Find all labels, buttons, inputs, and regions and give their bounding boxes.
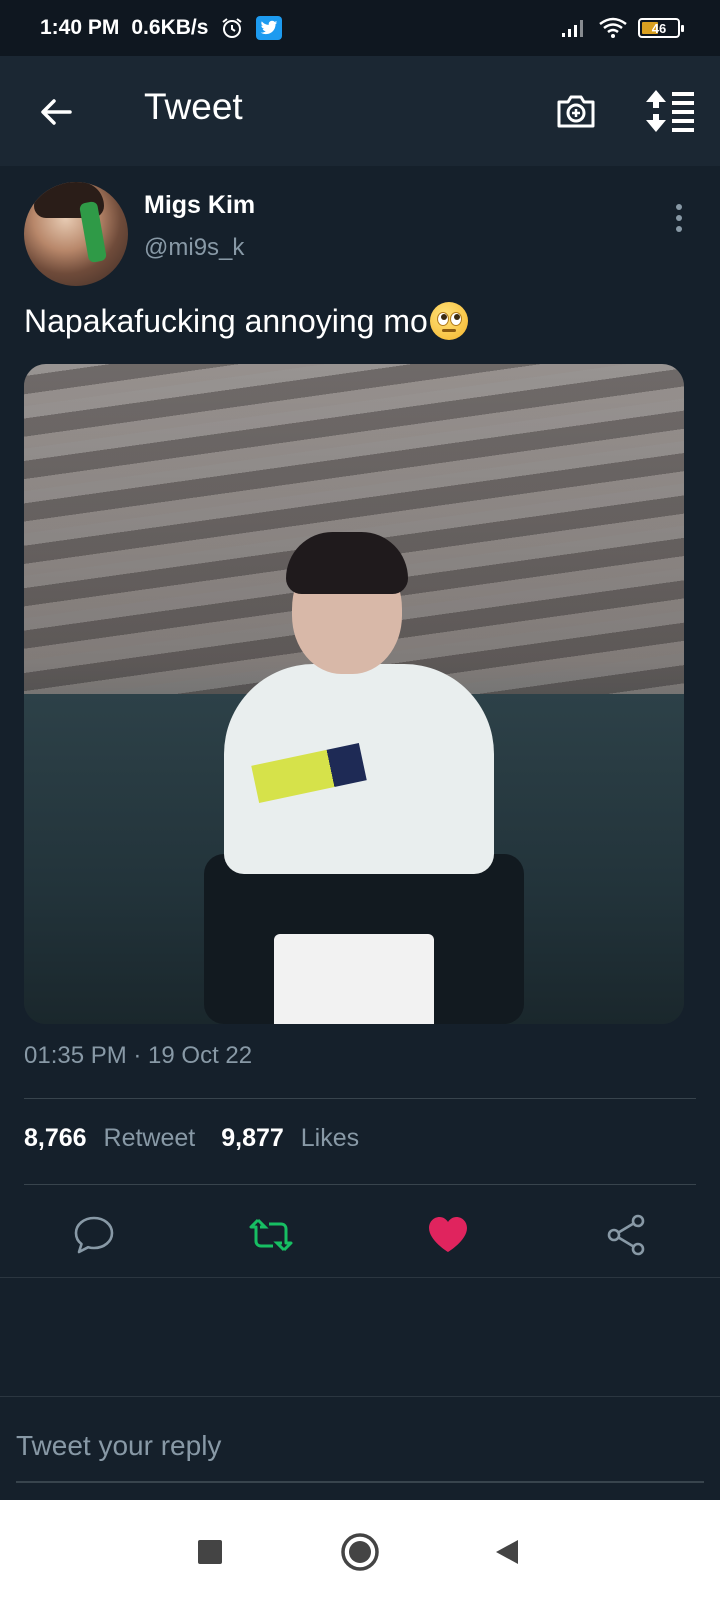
system-nav-bar [0,1500,720,1600]
like-heart-icon[interactable] [425,1212,471,1258]
avatar[interactable] [24,182,128,286]
status-right: 46 [560,16,684,40]
tweet-text: Napakafucking annoying mo [24,302,468,340]
tweet-actions [0,1200,720,1272]
status-bar: 1:40 PM 0.6KB/s 46 [0,0,720,56]
tweet-stats: 8,766 Retweet 9,877 Likes [24,1124,359,1153]
sort-thread-icon[interactable] [644,88,696,134]
camera-add-icon[interactable] [553,88,599,134]
tweet-timestamp: 01:35 PM · 19 Oct 22 [24,1042,253,1069]
more-options-icon[interactable] [664,200,694,236]
network-speed: 0.6KB/s [131,16,209,39]
app-bar: Tweet [0,56,720,166]
signal-icon [562,20,583,37]
tweet-photo[interactable] [24,364,684,1024]
likes-label: Likes [300,1124,360,1152]
back-arrow-icon[interactable] [36,92,76,132]
divider [24,1184,696,1185]
emoji-left-eye [436,312,449,326]
reply-input[interactable] [16,1411,704,1483]
twitter-notification-icon [256,16,283,40]
status-time: 1:40 PM [40,16,120,39]
page-title: Tweet [144,86,243,127]
status-left: 1:40 PM 0.6KB/s [40,16,283,40]
likes-count: 9,877 [221,1124,284,1152]
retweet-stat[interactable]: 8,766 Retweet [24,1124,195,1153]
likes-stat[interactable]: 9,877 Likes [221,1124,359,1153]
battery-icon: 46 [638,18,684,38]
retweet-label: Retweet [103,1124,196,1152]
photo-person-hair [286,532,408,594]
divider [0,1277,720,1278]
reply-icon[interactable] [71,1212,117,1258]
battery-percent: 46 [651,20,667,36]
emoji-right-eye [449,312,462,326]
share-icon[interactable] [603,1212,649,1258]
divider [24,1098,696,1099]
photo-shopping-bag [274,934,434,1024]
retweet-icon[interactable] [248,1212,294,1258]
tweet-text-body: Napakafucking annoying mo [24,302,428,339]
author-handle[interactable]: @mi9s_k [144,234,244,262]
alarm-icon [222,18,243,38]
home-icon[interactable] [338,1530,382,1574]
recent-apps-icon[interactable] [190,1532,230,1572]
back-nav-icon[interactable] [488,1532,528,1572]
reply-bar [0,1396,720,1500]
rolling-eyes-emoji-icon [429,302,468,340]
screen: 1:40 PM 0.6KB/s 46 Tweet Migs Kim @mi9s_… [0,0,720,1600]
author-name[interactable]: Migs Kim [144,191,255,220]
emoji-mouth [441,329,456,332]
retweet-count: 8,766 [24,1124,87,1152]
battery-tip [681,25,684,32]
wifi-icon [599,17,627,38]
